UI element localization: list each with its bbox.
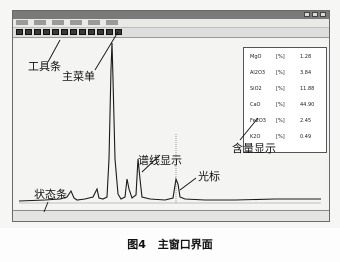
status-bar-annotation: 状态条 [34,188,67,201]
main-menu-arrow [94,31,119,71]
figure-number: 图4 [127,238,146,251]
toolbar-annotation: 工具条 [28,60,61,73]
content-display-annotation: 含量显示 [232,142,276,155]
figure-title: 主窗口界面 [157,238,213,251]
content-arrow [239,117,259,141]
main-menu-annotation: 主菜单 [62,70,95,83]
screenshot-photo: MgO [%] 1.28 Al2O3 [%] 3.84 SiO2 [%] 11.… [0,0,340,228]
cursor-annotation: 光标 [198,170,220,183]
figure-caption: 图4 主窗口界面 [0,236,340,252]
status-bar-arrow [43,201,49,213]
cursor-arrow [179,177,197,191]
spectrum-display-annotation: 谱线显示 [138,154,182,167]
